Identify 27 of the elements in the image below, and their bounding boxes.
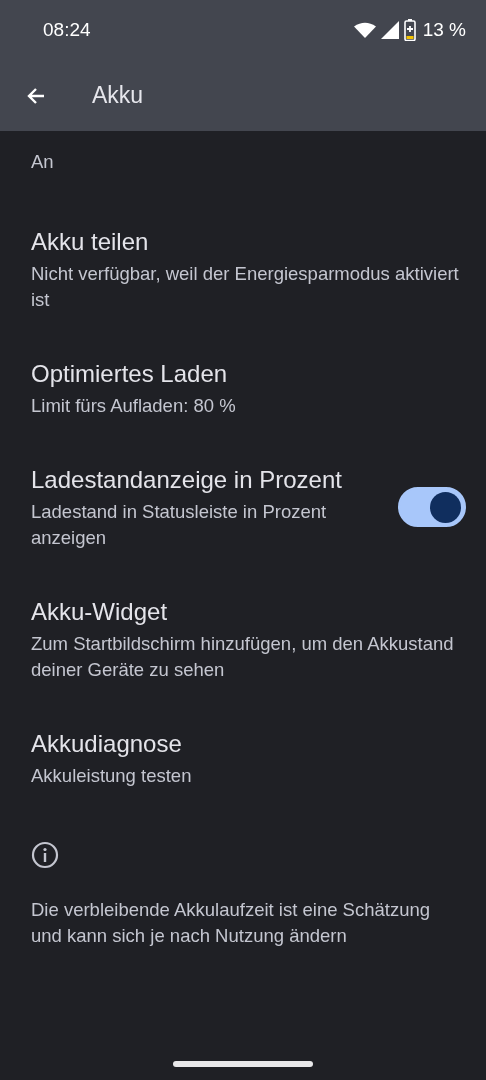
toggle-switch[interactable] xyxy=(398,487,466,527)
wifi-icon xyxy=(353,22,376,38)
item-subtitle: Zum Startbildschirm hinzufügen, um den Akkustand deiner Geräte zu sehen xyxy=(31,632,455,682)
settings-item[interactable]: An xyxy=(0,131,486,203)
item-title: Optimiertes Laden xyxy=(31,359,229,389)
item-title: Akkudiagnose xyxy=(31,729,183,759)
status-time: 08:24 xyxy=(43,19,91,41)
battery-icon xyxy=(403,19,416,41)
item-title: Akku teilen xyxy=(31,227,150,257)
item-subtitle: Limit fürs Aufladen: 80 % xyxy=(31,394,237,418)
settings-item[interactable]: Akku teilen Nicht verfügbar, weil der Energiesparmodus aktiviert ist xyxy=(0,203,486,335)
settings-item[interactable]: Akku-Widget Zum Startbildschirm hinzufügen, um den Akkustand deiner Geräte zu sehen xyxy=(0,573,486,705)
item-subtitle: An xyxy=(31,150,55,174)
item-title: Ladestandanzeige in Prozent xyxy=(31,465,343,495)
navigation-handle[interactable] xyxy=(173,1061,313,1067)
settings-item[interactable]: Optimiertes Laden Limit fürs Aufladen: 80 % xyxy=(0,335,486,441)
item-subtitle: Ladestand in Statusleiste in Prozent anzeigen xyxy=(31,500,328,550)
page-title: Akku xyxy=(92,82,144,109)
settings-item[interactable]: Akkudiagnose Akkuleistung testen xyxy=(0,705,486,811)
item-subtitle: Nicht verfügbar, weil der Energiesparmodus aktiviert ist xyxy=(31,262,460,312)
item-title: Akku-Widget xyxy=(31,597,169,627)
info-icon xyxy=(31,841,59,869)
battery-percentage: 13 % xyxy=(422,19,466,41)
item-subtitle: Akkuleistung testen xyxy=(31,764,193,788)
info-text: Die verbleibende Akkulaufzeit ist eine Schätzung und kann sich je nach Nutzung ändern xyxy=(31,898,432,948)
signal-icon xyxy=(380,21,399,39)
settings-item[interactable]: Ladestandanzeige in Prozent Ladestand in Statusleiste in Prozent anzeigen xyxy=(0,441,486,573)
